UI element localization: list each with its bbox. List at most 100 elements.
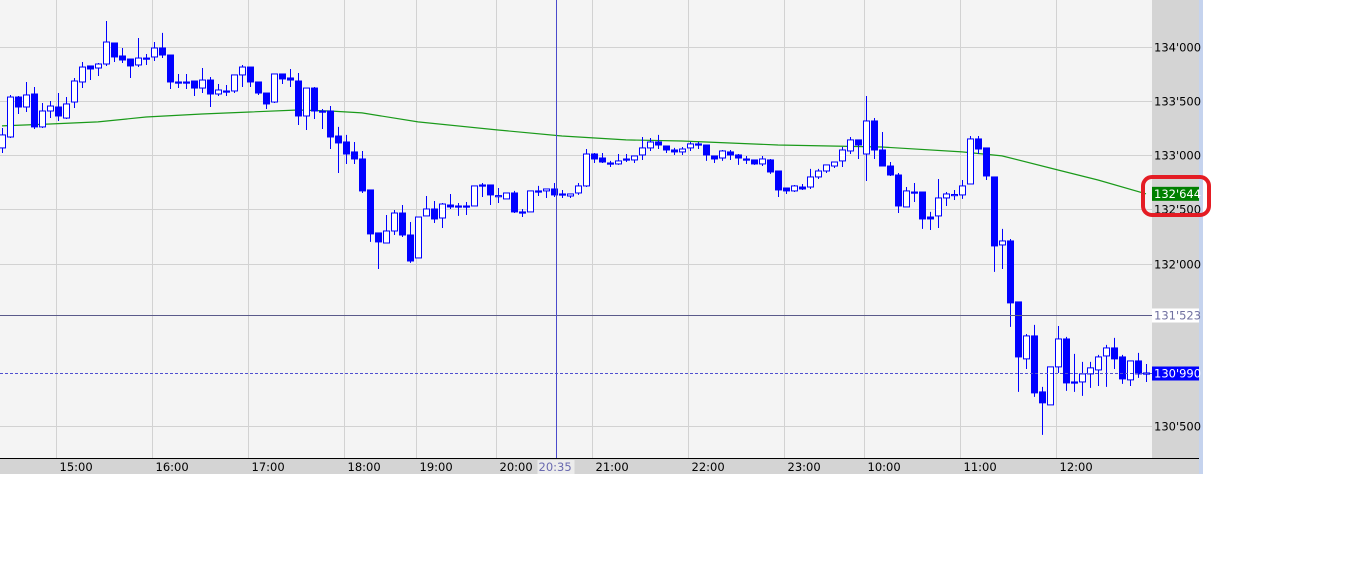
candle bbox=[415, 216, 422, 259]
candle-body-up bbox=[967, 138, 974, 185]
x-tick-label: 22:00 bbox=[692, 460, 725, 474]
crosshair-time-label: 20:35 bbox=[539, 460, 572, 474]
x-tick-label: 16:00 bbox=[156, 460, 189, 474]
candle-body-down bbox=[983, 147, 990, 177]
candle-body-up bbox=[151, 47, 158, 58]
moving-average-label: 132'644 bbox=[1154, 187, 1201, 201]
candle-body-up bbox=[1055, 338, 1062, 368]
candle bbox=[391, 209, 398, 235]
candle-body-up bbox=[615, 160, 622, 165]
candle bbox=[967, 136, 974, 185]
candle-body-up bbox=[503, 192, 510, 200]
candle bbox=[1047, 366, 1054, 406]
candle-body-down bbox=[263, 92, 270, 105]
candle-body-up bbox=[639, 147, 646, 156]
candle-body-down bbox=[463, 205, 470, 208]
y-tick-label: 133'000 bbox=[1154, 149, 1201, 163]
candle-body-up bbox=[95, 63, 102, 69]
candle-body-down bbox=[599, 157, 606, 163]
candle-body-up bbox=[583, 153, 590, 187]
candle-body-down bbox=[767, 159, 774, 173]
candle-body-down bbox=[799, 186, 806, 190]
candle-body-down bbox=[247, 66, 254, 83]
candle bbox=[1031, 324, 1038, 397]
candle-body-up bbox=[439, 203, 446, 219]
candle-body-up bbox=[63, 103, 70, 119]
candle-body-up bbox=[1127, 360, 1134, 381]
x-tick-label: 15:00 bbox=[60, 460, 93, 474]
candle-body-up bbox=[271, 73, 278, 103]
candle-body-up bbox=[935, 197, 942, 217]
candle-body-down bbox=[87, 65, 94, 70]
candle-body-down bbox=[407, 234, 414, 262]
candle-body-up bbox=[959, 185, 966, 196]
candle-body-up bbox=[303, 87, 310, 117]
candle-body-up bbox=[1047, 366, 1054, 406]
x-tick-label: 23:00 bbox=[788, 460, 821, 474]
candle-body-up bbox=[103, 41, 110, 65]
x-tick-label: 17:00 bbox=[252, 460, 285, 474]
candle-body-up bbox=[199, 79, 206, 89]
candle-body-up bbox=[71, 80, 78, 103]
candle-body-up bbox=[847, 139, 854, 152]
candle-body-up bbox=[903, 190, 910, 208]
candle-body-down bbox=[855, 139, 862, 146]
x-tick-label: 20:00 bbox=[500, 460, 533, 474]
candle-body-down bbox=[175, 81, 182, 84]
candle-body-down bbox=[559, 193, 566, 196]
candle-body-up bbox=[1095, 356, 1102, 371]
candlestick-chart[interactable]: 134'000133'500133'000132'500132'000130'5… bbox=[0, 0, 1360, 574]
candle-body-down bbox=[695, 143, 702, 146]
candle-body-up bbox=[999, 240, 1006, 246]
candle-body-down bbox=[479, 184, 486, 187]
candle-body-up bbox=[943, 193, 950, 199]
candle-body-down bbox=[879, 149, 886, 167]
candle bbox=[255, 81, 262, 95]
candle-body-down bbox=[895, 174, 902, 207]
candle-body-up bbox=[7, 96, 14, 138]
candle-body-down bbox=[591, 153, 598, 160]
candle-body-up bbox=[47, 105, 54, 112]
candle-body-up bbox=[39, 110, 46, 128]
candle-body-down bbox=[511, 192, 518, 213]
candle-body-up bbox=[807, 176, 814, 188]
candle-body-down bbox=[55, 106, 62, 117]
candle bbox=[1063, 336, 1070, 391]
candle bbox=[367, 189, 374, 242]
candle-body-down bbox=[975, 138, 982, 150]
candle-body-down bbox=[535, 190, 542, 193]
candle-body-down bbox=[367, 189, 374, 235]
level-label: 131'523 bbox=[1154, 309, 1201, 323]
candle-body-down bbox=[607, 162, 614, 165]
candle-body-up bbox=[815, 170, 822, 178]
candle-body-down bbox=[663, 145, 670, 151]
candle-body-down bbox=[1071, 381, 1078, 384]
candle bbox=[7, 94, 14, 138]
candle-body-down bbox=[735, 154, 742, 159]
candle-body-down bbox=[991, 176, 998, 247]
candle bbox=[767, 158, 774, 174]
candle-body-down bbox=[431, 208, 438, 220]
candle-body-down bbox=[927, 216, 934, 220]
candle-body-up bbox=[471, 185, 478, 207]
candle bbox=[503, 192, 510, 200]
candle-body-up bbox=[239, 66, 246, 76]
candle-body-down bbox=[295, 80, 302, 117]
candle-body-down bbox=[143, 57, 150, 60]
candle bbox=[847, 136, 854, 154]
candle-body-down bbox=[255, 81, 262, 94]
candle-body-up bbox=[575, 185, 582, 194]
candle-body-down bbox=[1031, 335, 1038, 394]
candle-body-down bbox=[487, 184, 494, 196]
x-tick-label: 12:00 bbox=[1060, 460, 1093, 474]
right-scrollbar-strip[interactable] bbox=[1199, 0, 1203, 474]
y-tick-label: 133'500 bbox=[1154, 95, 1201, 109]
candle-body-up bbox=[567, 193, 574, 197]
candle bbox=[791, 184, 798, 193]
candle-body-down bbox=[1039, 391, 1046, 404]
candle-body-down bbox=[447, 204, 454, 208]
candle-body-down bbox=[327, 110, 334, 138]
price-axis[interactable] bbox=[1152, 0, 1199, 474]
candle-body-down bbox=[703, 144, 710, 156]
x-tick-label: 19:00 bbox=[420, 460, 453, 474]
